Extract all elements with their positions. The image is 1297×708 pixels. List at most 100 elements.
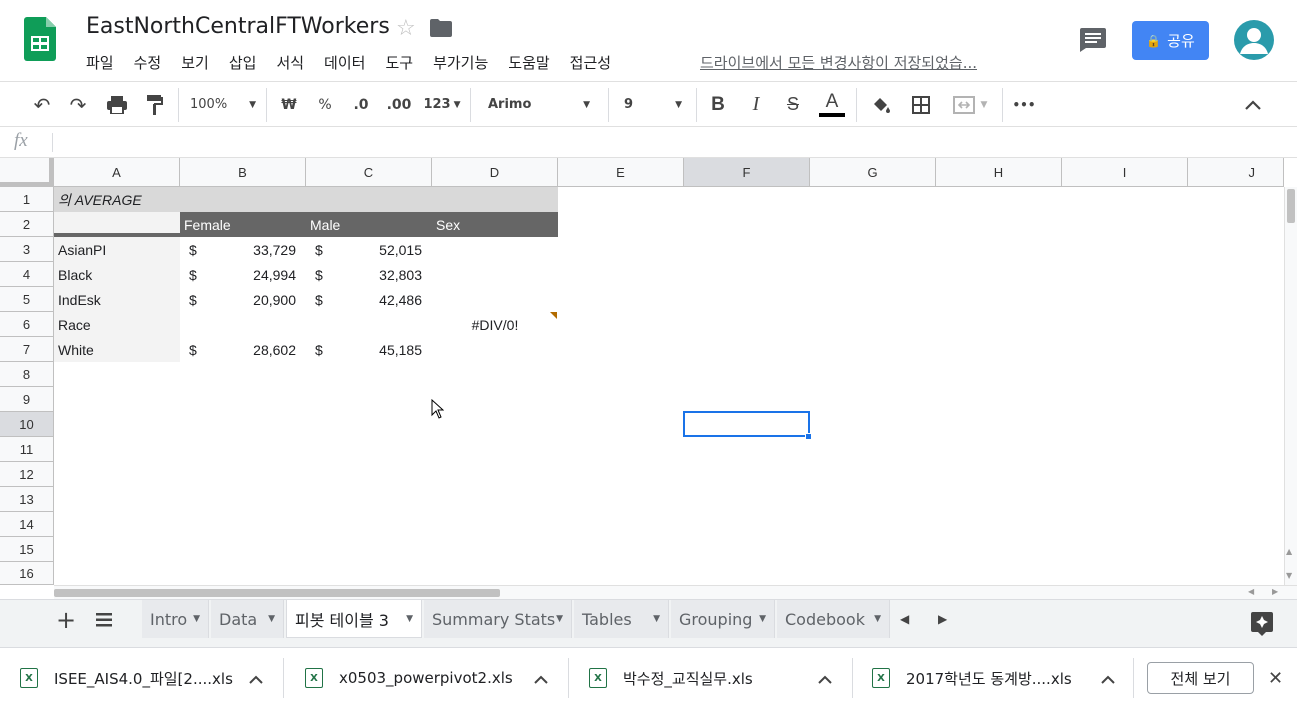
row-header[interactable]: 3 xyxy=(0,237,54,262)
column-header[interactable]: D xyxy=(432,158,558,187)
female-value[interactable]: 33,729 xyxy=(220,237,306,262)
pivot-corner-cell[interactable] xyxy=(54,212,180,237)
select-all-corner[interactable] xyxy=(0,158,54,187)
sex-value[interactable] xyxy=(432,262,558,287)
sheet-tab[interactable]: Codebook ▼ xyxy=(777,600,890,638)
fill-color-icon[interactable] xyxy=(868,82,894,127)
column-header[interactable]: A xyxy=(54,158,180,187)
row-header[interactable]: 16 xyxy=(0,562,54,585)
female-value[interactable] xyxy=(220,312,306,337)
column-header[interactable]: F xyxy=(684,158,810,187)
increase-decimal-button[interactable]: .00 xyxy=(384,82,414,127)
strikethrough-button[interactable]: S xyxy=(781,82,805,127)
sex-value[interactable] xyxy=(432,337,558,362)
zoom-select[interactable]: 100% ▼ xyxy=(190,82,260,127)
row-header[interactable]: 5 xyxy=(0,287,54,312)
column-header[interactable]: E xyxy=(558,158,684,187)
menu-file[interactable]: 파일 xyxy=(86,52,114,73)
menu-tools[interactable]: 도구 xyxy=(385,52,413,73)
row-header[interactable]: 7 xyxy=(0,337,54,362)
chevron-down-icon[interactable]: ▼ xyxy=(556,614,563,624)
merge-cells-icon[interactable]: ▼ xyxy=(946,82,994,127)
more-icon[interactable]: ••• xyxy=(1010,82,1038,127)
female-value[interactable]: 28,602 xyxy=(220,337,306,362)
redo-icon[interactable]: ↷ xyxy=(64,82,92,127)
column-header[interactable]: I xyxy=(1062,158,1188,187)
scroll-up-icon[interactable]: ▲ xyxy=(1286,547,1292,556)
formula-input[interactable] xyxy=(62,133,1262,152)
currency-symbol[interactable]: $ xyxy=(306,337,346,362)
add-sheet-icon[interactable]: + xyxy=(56,606,76,634)
currency-symbol[interactable]: $ xyxy=(180,337,220,362)
column-header[interactable]: B xyxy=(180,158,306,187)
currency-symbol[interactable]: $ xyxy=(306,287,346,312)
pivot-row-label[interactable]: AsianPI xyxy=(54,237,180,262)
pivot-title[interactable]: 의 AVERAGE xyxy=(54,187,558,212)
tab-scroll-right-icon[interactable]: ▶ xyxy=(938,612,947,626)
sheet-tab[interactable]: Grouping ▼ xyxy=(671,600,775,638)
horizontal-scroll-thumb[interactable] xyxy=(54,589,500,597)
pivot-header-female[interactable]: Female xyxy=(180,212,306,237)
folder-icon[interactable] xyxy=(430,19,452,41)
chevron-up-icon[interactable] xyxy=(1240,82,1266,127)
pivot-row-label[interactable]: Race xyxy=(54,312,180,337)
pivot-row-label[interactable]: Black xyxy=(54,262,180,287)
sheet-tab[interactable]: Data ▼ xyxy=(211,600,284,638)
sex-value[interactable]: #DIV/0! xyxy=(432,312,558,337)
chevron-up-icon[interactable] xyxy=(534,670,548,688)
scroll-down-icon[interactable]: ▼ xyxy=(1286,571,1292,580)
currency-symbol[interactable] xyxy=(180,312,220,337)
print-icon[interactable] xyxy=(103,82,131,127)
currency-symbol[interactable]: $ xyxy=(180,262,220,287)
menu-format[interactable]: 서식 xyxy=(276,52,304,73)
sex-value[interactable] xyxy=(432,237,558,262)
row-header[interactable]: 11 xyxy=(0,437,54,462)
sex-value[interactable] xyxy=(432,287,558,312)
comments-icon[interactable] xyxy=(1080,28,1106,56)
sheet-tab[interactable]: 피봇 테이블 3 ▼ xyxy=(286,600,422,638)
female-value[interactable]: 20,900 xyxy=(220,287,306,312)
chevron-down-icon[interactable]: ▼ xyxy=(193,614,200,624)
all-sheets-icon[interactable] xyxy=(96,612,112,631)
chevron-down-icon[interactable]: ▼ xyxy=(874,614,881,624)
vertical-scroll-thumb[interactable] xyxy=(1287,189,1295,223)
menu-data[interactable]: 데이터 xyxy=(324,52,365,73)
currency-symbol[interactable]: $ xyxy=(306,262,346,287)
currency-symbol[interactable] xyxy=(306,312,346,337)
avatar[interactable] xyxy=(1234,20,1274,60)
download-item[interactable]: Xx0503_powerpivot2.xls xyxy=(305,648,570,708)
undo-icon[interactable]: ↶ xyxy=(28,82,56,127)
sheet-tab[interactable]: Tables ▼ xyxy=(574,600,669,638)
male-value[interactable]: 45,185 xyxy=(346,337,432,362)
scroll-right-icon[interactable]: ▶ xyxy=(1272,587,1278,596)
show-all-button[interactable]: 전체 보기 xyxy=(1147,662,1254,694)
row-header[interactable]: 8 xyxy=(0,362,54,387)
male-value[interactable]: 32,803 xyxy=(346,262,432,287)
sheet-tab[interactable]: Summary Stats ▼ xyxy=(424,600,572,638)
row-header[interactable]: 2 xyxy=(0,212,54,237)
menu-help[interactable]: 도움말 xyxy=(508,52,549,73)
chevron-down-icon[interactable]: ▼ xyxy=(653,614,660,624)
font-select[interactable]: Arimo ▼ xyxy=(488,82,594,127)
horizontal-scrollbar[interactable]: ◀ ▶ xyxy=(54,585,1297,599)
male-value[interactable]: 52,015 xyxy=(346,237,432,262)
row-header[interactable]: 9 xyxy=(0,387,54,412)
document-title[interactable]: EastNorthCentralFTWorkers xyxy=(86,14,390,39)
menu-insert[interactable]: 삽입 xyxy=(229,52,257,73)
row-header[interactable]: 12 xyxy=(0,462,54,487)
text-color-button[interactable]: A xyxy=(818,82,846,127)
chevron-down-icon[interactable]: ▼ xyxy=(406,614,413,624)
row-header[interactable]: 15 xyxy=(0,537,54,562)
fill-handle[interactable] xyxy=(805,433,812,440)
menu-view[interactable]: 보기 xyxy=(181,52,209,73)
chevron-up-icon[interactable] xyxy=(249,670,263,688)
currency-symbol[interactable]: $ xyxy=(180,287,220,312)
pivot-header-male[interactable]: Male xyxy=(306,212,432,237)
chevron-up-icon[interactable] xyxy=(818,670,832,688)
vertical-scrollbar[interactable]: ▲ ▼ xyxy=(1284,187,1297,585)
menu-accessibility[interactable]: 접근성 xyxy=(570,52,611,73)
decrease-decimal-button[interactable]: .0 xyxy=(348,82,374,127)
row-header[interactable]: 4 xyxy=(0,262,54,287)
currency-symbol[interactable]: $ xyxy=(180,237,220,262)
selected-cell[interactable] xyxy=(683,411,810,437)
